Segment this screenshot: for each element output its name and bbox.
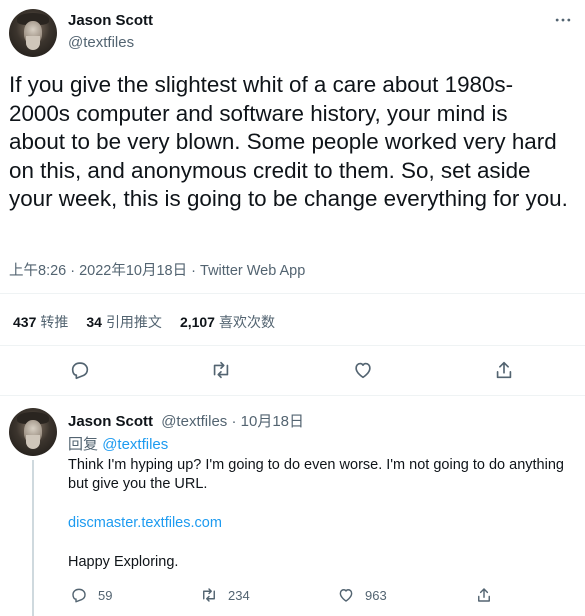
like-button[interactable] [352,359,376,383]
reply-date[interactable]: 10月18日 [241,413,304,430]
like-count: 963 [365,587,387,603]
thread-line [32,460,34,616]
share-button[interactable] [493,359,517,383]
likes-stat[interactable]: 2,107 喜欢次数 [180,312,275,332]
reply-text: Think I'm hyping up? I'm going to do eve… [68,456,568,592]
reply-button[interactable] [69,359,93,383]
replying-prefix: 回复 [68,436,99,453]
reply-reply-button[interactable]: 59 [70,586,112,604]
reply-count: 59 [98,587,113,603]
reply-retweet-button[interactable]: 234 [200,586,250,604]
tweet-text: If you give the slightest whit of a care… [9,72,568,211]
retweet-icon [213,361,229,379]
reply-share-button[interactable] [475,586,493,604]
reply-paragraph: Think I'm hyping up? I'm going to do eve… [68,457,564,492]
author-handle[interactable]: @textfiles [68,34,134,51]
retweet-count: 234 [228,587,250,603]
divider [0,293,585,294]
retweets-stat[interactable]: 437 转推 [13,312,68,332]
share-icon [478,588,490,602]
more-icon[interactable] [553,10,577,34]
reply-author-name[interactable]: Jason Scott [68,413,153,430]
reply-like-button[interactable]: 963 [337,586,387,604]
reply-icon [72,588,86,603]
reply-author-handle[interactable]: @textfiles [161,413,227,430]
separator: · [231,413,237,430]
reply-header: Jason Scott @textfiles · 10月18日 [68,410,304,431]
reply-author-avatar[interactable] [9,408,57,456]
reply-action-bar: 59 234 963 [68,586,508,608]
replying-handle-link[interactable]: @textfiles [102,436,168,453]
divider [0,345,585,346]
retweet-icon [203,588,215,602]
quotes-stat[interactable]: 34 引用推文 [86,312,162,332]
share-icon [496,361,512,379]
reply-icon [71,362,89,380]
author-avatar[interactable] [9,9,57,57]
reply-url-link[interactable]: discmaster.textfiles.com [68,515,222,531]
like-icon [339,589,353,602]
tweet-stats: 437 转推 34 引用推文 2,107 喜欢次数 [13,312,275,332]
tweet-timestamp[interactable]: 上午8:26 · 2022年10月18日 · Twitter Web App [9,259,305,280]
like-icon [355,362,371,379]
reply-paragraph: Happy Exploring. [68,554,179,570]
retweet-button[interactable] [210,359,234,383]
divider [0,395,585,396]
author-name[interactable]: Jason Scott [68,12,153,29]
replying-to: 回复 @textfiles [68,433,168,454]
